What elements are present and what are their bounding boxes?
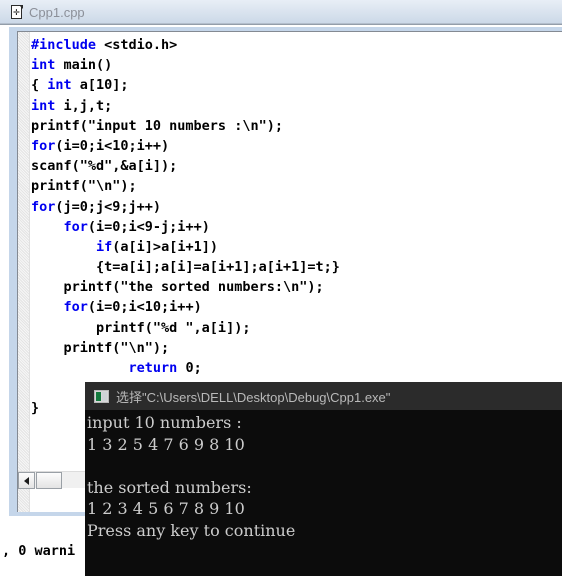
code-line: printf("the sorted numbers:\n");: [31, 277, 562, 297]
cpp-file-icon: ✛: [10, 4, 24, 21]
code-line: for(i=0;i<9-j;i++): [31, 217, 562, 237]
code-text: }: [31, 400, 40, 417]
code-text: (i=0;i<10;i++): [87, 299, 202, 316]
code-line: { int a[10];: [31, 75, 562, 95]
code-text: printf("the sorted numbers:\n");: [31, 279, 324, 296]
code-line: printf("\n");: [31, 176, 562, 196]
console-line: input 10 numbers :: [87, 413, 242, 432]
code-line: int i,j,t;: [31, 96, 562, 116]
code-keyword: #include: [31, 37, 97, 53]
console-window-icon: [94, 389, 109, 403]
code-text: (i=0;i<10;i++): [55, 137, 170, 154]
editor-tab-strip: ✛ Cpp1.cpp: [0, 0, 562, 25]
console-title-label: 选择"C:\Users\DELL\Desktop\Debug\Cpp1.exe": [116, 389, 391, 405]
code-text: a[10];: [71, 77, 129, 94]
code-keyword: int: [31, 57, 56, 74]
source-code-text[interactable]: #include <stdio.h> int main(){ int a[10];…: [31, 35, 562, 419]
code-keyword: for: [31, 137, 56, 154]
code-line: printf("%d ",a[i]);: [31, 318, 562, 338]
code-text: scanf("%d",&a[i]);: [31, 158, 178, 175]
scroll-left-button[interactable]: [18, 472, 35, 489]
console-line: 1 3 2 5 4 7 6 9 8 10: [87, 434, 245, 454]
triangle-left-icon: [24, 476, 29, 485]
code-text: 0;: [177, 360, 202, 376]
code-text: printf("\n");: [31, 178, 137, 195]
code-line: for(i=0;i<10;i++): [31, 136, 562, 156]
code-text: <stdio.h>: [96, 37, 178, 53]
code-text: {: [31, 77, 48, 94]
console-line: the sorted numbers:: [87, 477, 252, 497]
console-window[interactable]: 选择"C:\Users\DELL\Desktop\Debug\Cpp1.exe"…: [85, 382, 562, 576]
code-line: #include <stdio.h>: [31, 35, 562, 55]
code-line: return 0;: [31, 358, 562, 378]
horizontal-scroll-thumb[interactable]: [36, 472, 62, 489]
code-keyword: for: [31, 198, 56, 215]
console-output-text: input 10 numbers : 1 3 2 5 4 7 6 9 8 10 th…: [87, 412, 295, 541]
code-text: printf("\n");: [31, 339, 170, 356]
code-text: (a[i]>a[i+1]): [112, 238, 218, 255]
code-line: for(i=0;i<10;i++): [31, 297, 562, 317]
code-text: {t=a[i];a[i]=a[i+1];a[i+1]=t;}: [31, 259, 340, 276]
code-text: printf("input 10 numbers :\n");: [31, 117, 283, 134]
code-line: if(a[i]>a[i+1]): [31, 237, 562, 257]
console-title-bar[interactable]: 选择"C:\Users\DELL\Desktop\Debug\Cpp1.exe": [85, 382, 562, 410]
code-line: int main(): [31, 55, 562, 75]
code-text: i,j,t;: [55, 97, 113, 114]
code-keyword: int: [31, 97, 56, 114]
console-output-area[interactable]: input 10 numbers : 1 3 2 5 4 7 6 9 8 10 th…: [85, 410, 562, 576]
code-text: main(): [55, 57, 113, 74]
build-output-text: , 0 warni: [2, 543, 76, 559]
code-keyword: return: [128, 360, 178, 376]
editor-gutter: [18, 32, 30, 512]
code-keyword: int: [47, 77, 72, 94]
code-line: scanf("%d",&a[i]);: [31, 156, 562, 176]
code-keyword: for: [63, 218, 88, 235]
console-line: 1 2 3 4 5 6 7 8 9 10: [87, 499, 245, 518]
editor-tab-label: Cpp1.cpp: [29, 5, 85, 20]
code-line: for(j=0;j<9;j++): [31, 197, 562, 217]
console-line: Press any key to continue: [87, 520, 296, 540]
code-text: printf("%d ",a[i]);: [31, 319, 251, 336]
code-line: printf("\n");: [31, 338, 562, 358]
editor-tab-cpp1[interactable]: ✛ Cpp1.cpp: [4, 0, 93, 25]
code-text: (j=0;j<9;j++): [55, 198, 162, 215]
code-line: {t=a[i];a[i]=a[i+1];a[i+1]=t;}: [31, 257, 562, 277]
code-line: printf("input 10 numbers :\n");: [31, 116, 562, 136]
code-text: (i=0;i<9-j;i++): [87, 218, 210, 235]
code-keyword: if: [96, 238, 113, 255]
code-keyword: for: [63, 299, 88, 316]
